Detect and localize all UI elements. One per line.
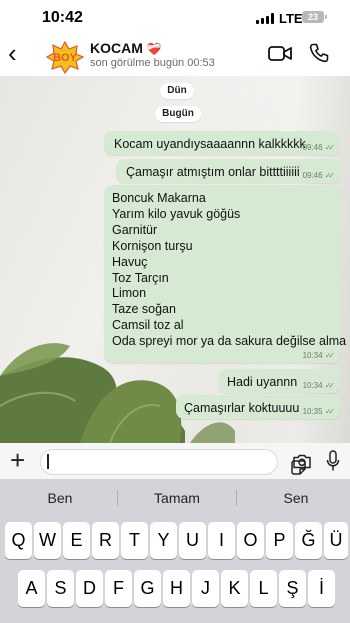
list-item: Camsil toz al	[112, 318, 184, 333]
message-text: Kocam uyandıysaaaannn kalkkkkk	[114, 137, 306, 151]
camera-icon[interactable]	[292, 454, 312, 469]
suggestion-1[interactable]: Ben	[2, 479, 118, 517]
message-time: 09:46	[302, 171, 323, 180]
date-chip-yesterday: Dün	[160, 83, 194, 99]
message-bubble[interactable]: Çamaşır atmıştım onlar bittttiiiiii 09:4…	[116, 159, 340, 183]
message-time: 09:46	[302, 143, 323, 152]
avatar[interactable]: BOY	[46, 40, 84, 74]
phone-icon[interactable]	[309, 43, 329, 63]
message-meta: 10:34 ✓✓	[302, 381, 336, 390]
chat-header: ‹ BOY KOCAM ❤️‍🩹 son görülme bugün 00:53	[0, 34, 350, 76]
suggestion-2[interactable]: Tamam	[119, 479, 235, 517]
message-input-bar: +	[0, 443, 350, 479]
key-y[interactable]: Y	[150, 522, 177, 559]
list-item: Taze soğan	[112, 302, 176, 317]
list-item: Oda spreyi mor ya da sakura değilse alma	[112, 334, 347, 349]
key-k[interactable]: K	[221, 570, 248, 607]
list-item: Kornişon turşu	[112, 238, 193, 253]
key-h[interactable]: H	[163, 570, 190, 607]
message-text: Çamaşır atmıştım onlar bittttiiiiii	[126, 165, 300, 179]
key-j[interactable]: J	[192, 570, 219, 607]
video-camera-icon[interactable]	[268, 45, 292, 62]
chevron-left-icon[interactable]: ‹	[8, 40, 17, 66]
double-check-icon: ✓✓	[324, 407, 336, 416]
key-f[interactable]: F	[105, 570, 132, 607]
key-a[interactable]: A	[18, 570, 45, 607]
list-item: Limon	[112, 286, 147, 301]
key-r[interactable]: R	[92, 522, 119, 559]
chat-area[interactable]: Dün Bugün Kocam uyandıysaaaannn kalkkkkk…	[0, 76, 350, 443]
key-p[interactable]: P	[266, 522, 293, 559]
key-t[interactable]: T	[121, 522, 148, 559]
message-meta: 10:35 ✓✓	[302, 407, 336, 416]
suggestion-divider	[117, 490, 118, 506]
key-i-dotted[interactable]: İ	[308, 570, 335, 607]
key-l[interactable]: L	[250, 570, 277, 607]
message-text: Çamaşırlar koktuuuu	[184, 401, 300, 415]
key-i[interactable]: I	[208, 522, 235, 559]
message-bubble[interactable]: Kocam uyandıysaaaannn kalkkkkk 09:46 ✓✓	[104, 131, 340, 155]
message-bubble-list[interactable]: Boncuk Makarna Yarım kilo yavuk göğüs Ga…	[104, 185, 346, 363]
message-meta: 09:46 ✓✓	[302, 143, 336, 152]
battery-icon: 23	[302, 11, 327, 23]
mending-heart-icon: ❤️‍🩹	[146, 42, 162, 56]
double-check-icon: ✓✓	[324, 381, 336, 390]
status-bar: 10:42 LTE 23	[0, 0, 350, 34]
text-cursor	[47, 454, 49, 469]
suggestion-3[interactable]: Sen	[238, 479, 350, 517]
key-o[interactable]: O	[237, 522, 264, 559]
key-g[interactable]: G	[134, 570, 161, 607]
key-w[interactable]: W	[34, 522, 61, 559]
key-q[interactable]: Q	[5, 522, 32, 559]
key-u[interactable]: U	[179, 522, 206, 559]
double-check-icon: ✓✓	[324, 143, 336, 152]
list-item: Garnitür	[112, 222, 158, 237]
double-check-icon: ✓✓	[324, 171, 336, 180]
contact-name[interactable]: KOCAM ❤️‍🩹	[90, 40, 162, 56]
plus-icon[interactable]: +	[10, 447, 25, 473]
microphone-icon[interactable]	[326, 450, 340, 472]
avatar-text: BOY	[53, 52, 78, 64]
contact-name-text: KOCAM	[90, 40, 143, 56]
message-bubble[interactable]: Hadi uyannn 10:34 ✓✓	[219, 369, 340, 393]
list-item: Havuç	[112, 254, 148, 269]
key-d[interactable]: D	[76, 570, 103, 607]
key-s-cedilla[interactable]: Ş	[279, 570, 306, 607]
message-meta: 10:34 ✓✓	[302, 351, 336, 360]
message-time: 10:34	[302, 351, 323, 360]
list-item: Boncuk Makarna	[112, 191, 206, 205]
signal-icon	[256, 13, 274, 24]
message-input[interactable]	[40, 449, 306, 475]
message-bubble[interactable]: Çamaşırlar koktuuuu 10:35 ✓✓	[176, 395, 340, 419]
status-time: 10:42	[42, 9, 83, 26]
list-item: Toz Tarçın	[112, 270, 169, 285]
keyboard: Ben Tamam Sen Q W E R T Y U I O P Ğ Ü A …	[0, 479, 350, 623]
key-u-umlaut[interactable]: Ü	[324, 522, 348, 559]
message-time: 10:34	[302, 381, 323, 390]
last-seen: son görülme bugün 00:53	[90, 57, 215, 69]
network-label: LTE	[279, 11, 303, 26]
message-text: Hadi uyannn	[227, 375, 298, 389]
date-chip-today: Bugün	[155, 106, 201, 122]
key-s[interactable]: S	[47, 570, 74, 607]
suggestion-divider	[236, 490, 237, 506]
message-meta: 09:46 ✓✓	[302, 171, 336, 180]
key-g-breve[interactable]: Ğ	[295, 522, 322, 559]
list-item: Yarım kilo yavuk göğüs	[112, 206, 241, 221]
shopping-list: Boncuk Makarna Yarım kilo yavuk göğüs Ga…	[112, 191, 346, 350]
key-e[interactable]: E	[63, 522, 90, 559]
double-check-icon: ✓✓	[324, 351, 336, 360]
message-time: 10:35	[302, 407, 323, 416]
